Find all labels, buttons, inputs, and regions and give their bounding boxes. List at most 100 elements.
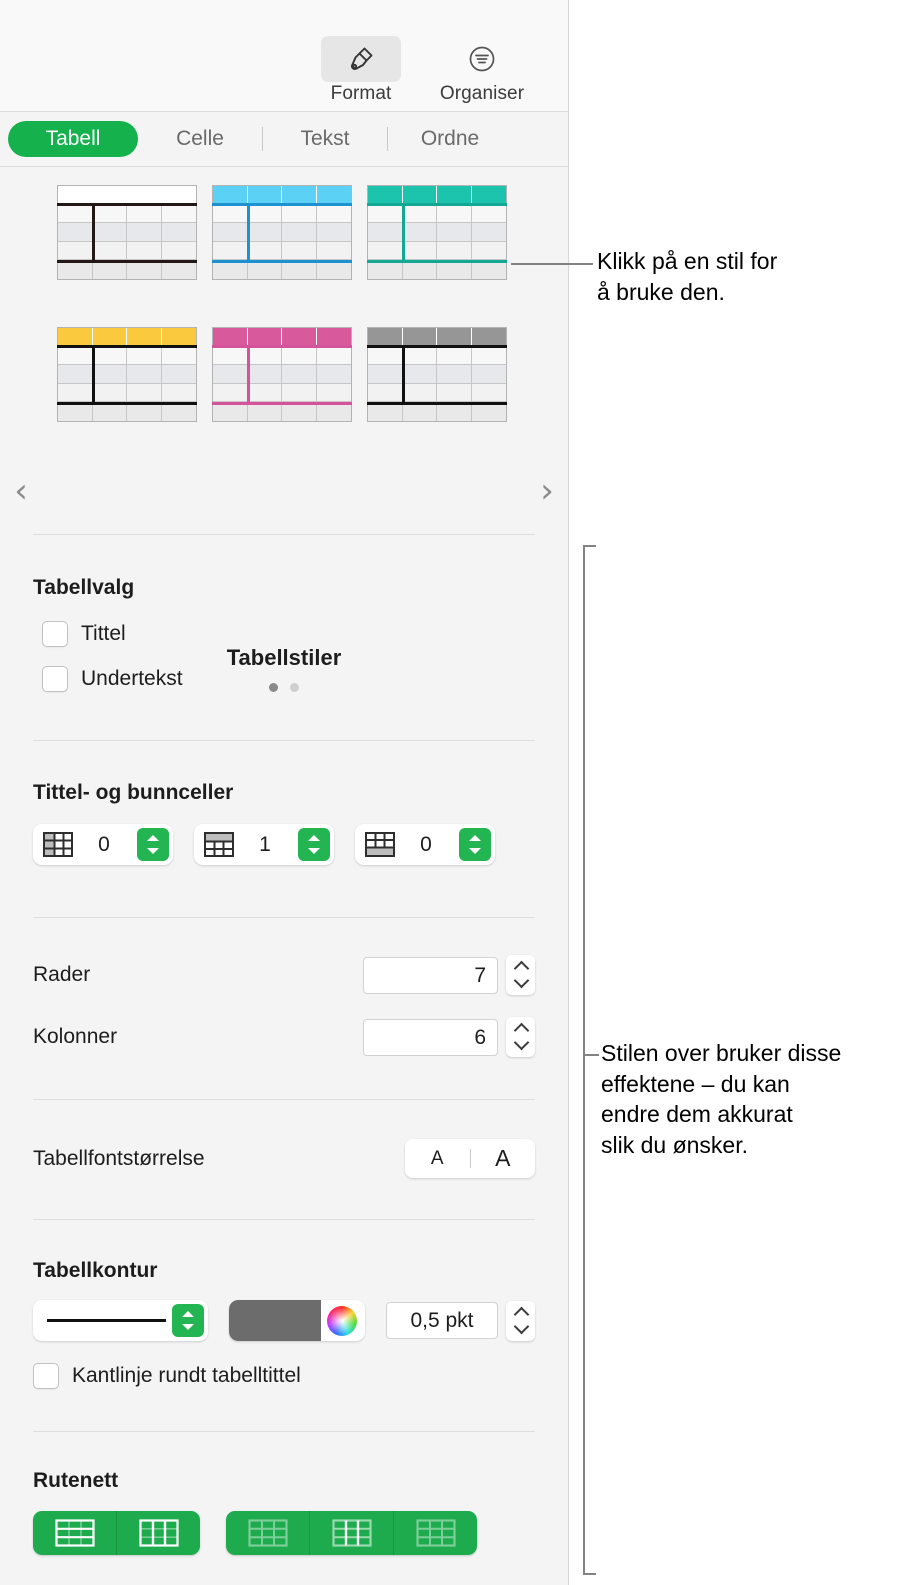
rows-input[interactable]: 7 (363, 956, 498, 994)
grid-horizontal-icon[interactable] (33, 1511, 117, 1555)
style-thumbnail-cell (437, 328, 472, 347)
style-accent-bottom-rule (57, 259, 197, 263)
font-size-decrease-button[interactable]: A (405, 1148, 470, 1170)
border-width-input[interactable]: 0,5 pkt (386, 1302, 498, 1339)
style-thumbnail-cell (437, 365, 472, 384)
footer-rows-stepper[interactable]: 0 (355, 824, 495, 865)
style-thumbnail-cell (471, 383, 506, 403)
table-style-thumbnail[interactable] (57, 185, 197, 280)
style-thumbnail-cell (471, 328, 506, 347)
columns-stepper[interactable] (506, 1017, 535, 1057)
style-thumbnail-cell (58, 223, 93, 242)
style-thumbnail-cell (58, 383, 93, 403)
style-accent-top-rule (212, 203, 352, 207)
organize-icon (442, 36, 522, 82)
paintbrush-icon (321, 36, 401, 82)
style-thumbnail-cell (368, 383, 403, 403)
checkbox-kantlinje[interactable]: Kantlinje rundt tabelltittel (33, 1363, 568, 1389)
format-button[interactable]: Format (313, 36, 409, 105)
rows-stepper[interactable] (506, 955, 535, 995)
color-wheel-icon[interactable] (327, 1305, 357, 1336)
line-style-popup[interactable] (33, 1300, 208, 1341)
table-style-thumbnail[interactable] (212, 327, 352, 422)
style-thumbnail-cell (247, 383, 282, 403)
style-thumbnail-cell (437, 402, 472, 421)
header-rows-stepper[interactable]: 1 (194, 824, 334, 865)
style-thumbnail-cell (161, 346, 196, 366)
style-thumbnail-cell (127, 383, 162, 403)
grid-outer-icon[interactable] (394, 1511, 477, 1555)
border-color-swatch[interactable] (229, 1300, 321, 1341)
chevron-right-icon[interactable]: › (532, 469, 562, 513)
style-thumbnail-cell (58, 186, 93, 205)
header-columns-stepper[interactable]: 0 (33, 824, 173, 865)
style-thumbnail-cell (282, 328, 317, 347)
header-rows-stepper-arrows[interactable] (298, 828, 330, 861)
header-columns-stepper-arrows[interactable] (137, 828, 169, 861)
callout-bracket-vertical (583, 545, 585, 1575)
header-rows-value: 1 (259, 832, 271, 856)
gallery-page-dots[interactable] (0, 679, 568, 697)
header-footer-steppers: 0 1 0 (33, 824, 568, 865)
border-color-well[interactable] (229, 1300, 365, 1341)
style-thumbnail-cell (316, 346, 351, 366)
callout-effects-line3: endre dem akkurat (601, 1101, 793, 1128)
style-thumbnail-cell (92, 241, 127, 261)
table-style-thumbnail[interactable] (57, 327, 197, 422)
style-accent-top-rule (367, 203, 507, 207)
style-thumbnail-cell (92, 328, 127, 347)
table-style-grid (57, 185, 507, 422)
table-style-thumbnail[interactable] (212, 185, 352, 280)
checkbox-tittel-box[interactable] (42, 621, 68, 647)
table-style-thumbnail[interactable] (367, 327, 507, 422)
style-thumbnail-cell (471, 402, 506, 421)
font-size-segment: A A (405, 1139, 535, 1178)
style-thumbnail-cell (402, 186, 437, 205)
style-thumbnail-cell (471, 260, 506, 279)
columns-label: Kolonner (33, 1025, 118, 1048)
grid-outer-horizontal-icon[interactable] (226, 1511, 310, 1555)
checkbox-kantlinje-label: Kantlinje rundt tabelltittel (72, 1364, 301, 1387)
page-dot-2[interactable] (290, 683, 299, 692)
style-thumbnail-cell (316, 241, 351, 261)
checkbox-tittel[interactable]: Tittel (42, 621, 568, 647)
organize-button[interactable]: Organiser (434, 36, 530, 105)
font-size-increase-button[interactable]: A (471, 1145, 536, 1172)
style-thumbnail-cell (161, 383, 196, 403)
callout-bracket-top-tick (583, 545, 596, 547)
style-thumbnail-cell (368, 346, 403, 366)
style-thumbnail-cell (282, 186, 317, 205)
tab-celle[interactable]: Celle (138, 121, 262, 157)
divider (33, 1431, 535, 1433)
tab-ordne[interactable]: Ordne (388, 121, 512, 157)
table-options-title: Tabellvalg (33, 576, 135, 599)
line-style-popup-arrows[interactable] (172, 1304, 204, 1337)
grid-vertical-icon[interactable] (117, 1511, 200, 1555)
grid-inner-vertical-icon[interactable] (310, 1511, 394, 1555)
style-thumbnail-cell (92, 383, 127, 403)
page-dot-1[interactable] (269, 683, 278, 692)
border-width-stepper[interactable] (506, 1300, 535, 1341)
style-thumbnail-cell (316, 260, 351, 279)
style-thumbnail-cell (213, 365, 248, 384)
style-accent-column-rule (247, 345, 250, 403)
checkbox-tittel-label: Tittel (81, 622, 126, 645)
header-footer-title: Tittel- og bunnceller (33, 781, 234, 804)
footer-rows-stepper-arrows[interactable] (459, 828, 491, 861)
grid-lines-controls (33, 1511, 568, 1555)
footer-rows-value: 0 (420, 832, 432, 856)
tab-tabell[interactable]: Tabell (8, 121, 138, 157)
table-style-thumbnail[interactable] (367, 185, 507, 280)
style-thumbnail-cell (316, 383, 351, 403)
chevron-left-icon[interactable]: ‹ (6, 469, 36, 513)
style-accent-top-rule (57, 203, 197, 207)
toolbar: Format Organiser (0, 0, 568, 112)
style-thumbnail-cell (213, 328, 248, 347)
callout-effects-line1: Stilen over bruker disse (601, 1040, 842, 1066)
style-accent-column-rule (402, 203, 405, 261)
style-thumbnail-cell (282, 260, 317, 279)
style-thumbnail-cell (282, 346, 317, 366)
columns-input[interactable]: 6 (363, 1018, 498, 1056)
tab-tekst[interactable]: Tekst (263, 121, 387, 157)
checkbox-kantlinje-box[interactable] (33, 1363, 59, 1389)
